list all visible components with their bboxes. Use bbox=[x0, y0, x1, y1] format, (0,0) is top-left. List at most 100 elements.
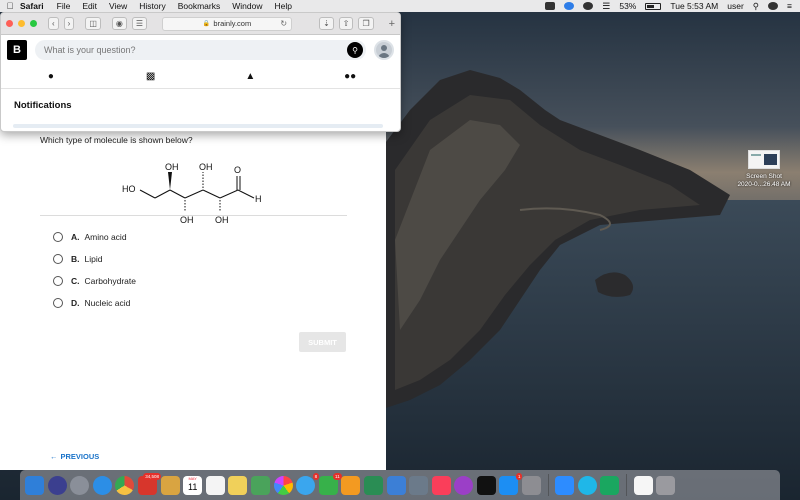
submit-button[interactable]: SUBMIT bbox=[299, 332, 346, 352]
zoom-app-icon[interactable] bbox=[555, 475, 575, 495]
menu-bookmarks[interactable]: Bookmarks bbox=[178, 1, 221, 11]
preview-icon[interactable] bbox=[409, 475, 429, 495]
menu-history[interactable]: History bbox=[139, 1, 165, 11]
keynote-icon[interactable] bbox=[386, 475, 406, 495]
music-icon[interactable] bbox=[431, 475, 451, 495]
skype-icon[interactable] bbox=[577, 475, 597, 495]
calendar-day: 11 bbox=[187, 481, 198, 492]
forward-button[interactable]: › bbox=[63, 17, 75, 30]
photos-icon[interactable] bbox=[273, 475, 293, 495]
launchpad-icon[interactable] bbox=[70, 475, 90, 495]
molecule-label-oh: OH bbox=[165, 162, 179, 172]
radio-button[interactable] bbox=[53, 232, 63, 242]
search-icon[interactable]: ⚲ bbox=[347, 42, 363, 58]
menu-edit[interactable]: Edit bbox=[82, 1, 97, 11]
friends-icon[interactable]: ●● bbox=[340, 71, 360, 82]
menu-view[interactable]: View bbox=[109, 1, 127, 11]
answer-option-b[interactable]: B. Lipid bbox=[53, 254, 102, 264]
zoom-window-button[interactable] bbox=[30, 20, 37, 27]
calendar-icon[interactable]: MAY 11 bbox=[183, 475, 203, 495]
notifications-list[interactable] bbox=[13, 124, 383, 128]
spotlight-search-icon[interactable]: ⚲ bbox=[753, 1, 759, 12]
macos-dock: 34,508 MAY 11 8 11 1 bbox=[20, 470, 780, 500]
pages-icon[interactable] bbox=[341, 475, 361, 495]
vpn-shield-icon[interactable] bbox=[564, 2, 575, 10]
file-name-line2: 2020-0...26.48 AM bbox=[737, 181, 791, 188]
podcasts-icon[interactable] bbox=[454, 475, 474, 495]
downloads-icon[interactable]: ⇣ bbox=[319, 17, 334, 30]
previous-link[interactable]: ← PREVIOUS bbox=[50, 452, 99, 461]
menu-clock[interactable]: Tue 5:53 AM bbox=[670, 1, 718, 11]
messages-icon[interactable]: ▩ bbox=[141, 71, 161, 82]
minimize-window-button[interactable] bbox=[18, 20, 25, 27]
wifi-icon[interactable]: ☰ bbox=[602, 1, 610, 12]
numbers-icon[interactable] bbox=[363, 475, 383, 495]
radio-button[interactable] bbox=[53, 298, 63, 308]
finder-icon[interactable] bbox=[25, 475, 44, 495]
menu-file[interactable]: File bbox=[57, 1, 71, 11]
system-preferences-icon[interactable] bbox=[522, 475, 542, 495]
tabs-overview-icon[interactable]: ❐ bbox=[358, 17, 374, 30]
radio-button[interactable] bbox=[53, 276, 63, 286]
bell-icon[interactable]: ▲ bbox=[240, 71, 260, 82]
extension-icon[interactable]: ◉ bbox=[111, 17, 127, 30]
profile-icon[interactable]: ● bbox=[41, 71, 61, 82]
battery-percent[interactable]: 53% bbox=[619, 1, 636, 11]
screen-record-icon[interactable] bbox=[545, 2, 556, 10]
document-icon[interactable] bbox=[633, 475, 653, 495]
contacts-icon[interactable] bbox=[160, 475, 180, 495]
back-button[interactable]: ‹ bbox=[48, 17, 59, 30]
apple-menu-icon[interactable]:  bbox=[0, 1, 20, 11]
notes-app-icon[interactable]: 34,508 bbox=[137, 472, 161, 495]
reminders-icon[interactable] bbox=[205, 475, 225, 495]
dollar-app-icon[interactable] bbox=[600, 475, 620, 495]
siri-icon[interactable] bbox=[768, 2, 779, 10]
answer-option-d[interactable]: D. Nucleic acid bbox=[53, 298, 130, 308]
brainly-logo[interactable]: B bbox=[7, 40, 27, 60]
safari-window: ‹ › ◫ ◉ ☰ 🔒 brainly.com ↻ ⇣ ⇧ ❐ + B What… bbox=[0, 12, 401, 132]
siri-icon[interactable] bbox=[47, 475, 67, 495]
dock-separator bbox=[626, 474, 628, 496]
desktop-screenshot-file[interactable]: Screen Shot 2020-0...26.48 AM bbox=[728, 150, 800, 189]
safari-toolbar: ‹ › ◫ ◉ ☰ 🔒 brainly.com ↻ ⇣ ⇧ ❐ + bbox=[1, 13, 400, 35]
answer-option-c[interactable]: C. Carbohydrate bbox=[53, 276, 136, 286]
question-search-input[interactable]: What is your question? ⚲ bbox=[35, 40, 366, 60]
facetime-icon[interactable]: 11 bbox=[318, 472, 342, 495]
apple-tv-icon[interactable] bbox=[476, 475, 496, 495]
menu-user[interactable]: user bbox=[727, 1, 744, 11]
reload-icon[interactable]: ↻ bbox=[280, 19, 287, 28]
molecule-label-h: H bbox=[255, 194, 262, 204]
notification-center-icon[interactable]: ≡ bbox=[787, 1, 792, 11]
battery-icon[interactable] bbox=[645, 2, 662, 10]
arrow-left-icon: ← bbox=[50, 452, 58, 461]
molecule-label-oh: OH bbox=[215, 215, 229, 225]
answer-option-a[interactable]: A. Amino acid bbox=[53, 232, 127, 242]
reader-icon[interactable]: ☰ bbox=[131, 17, 148, 30]
option-label: Carbohydrate bbox=[84, 276, 137, 286]
share-icon[interactable]: ⇧ bbox=[338, 17, 354, 30]
menu-window[interactable]: Window bbox=[232, 1, 262, 11]
menu-help[interactable]: Help bbox=[274, 1, 291, 11]
maps-icon[interactable] bbox=[250, 475, 270, 495]
question-divider bbox=[40, 215, 347, 216]
trash-icon[interactable] bbox=[656, 475, 676, 495]
chrome-icon[interactable] bbox=[115, 475, 135, 495]
address-bar[interactable]: 🔒 brainly.com ↻ bbox=[162, 16, 293, 31]
status-dot-icon[interactable] bbox=[583, 2, 594, 10]
menu-app-name[interactable]: Safari bbox=[20, 1, 44, 11]
messages-app-icon[interactable]: 8 bbox=[296, 472, 320, 495]
stickies-icon[interactable] bbox=[228, 475, 248, 495]
new-tab-button[interactable]: + bbox=[389, 18, 395, 30]
avatar[interactable] bbox=[374, 40, 394, 60]
previous-label: PREVIOUS bbox=[60, 452, 100, 461]
sidebar-toggle-icon[interactable]: ◫ bbox=[85, 17, 101, 30]
safari-icon[interactable] bbox=[92, 475, 112, 495]
address-url: brainly.com bbox=[213, 19, 252, 28]
search-placeholder: What is your question? bbox=[44, 45, 136, 55]
option-letter: D. bbox=[71, 298, 80, 308]
radio-button[interactable] bbox=[53, 254, 63, 264]
close-window-button[interactable] bbox=[6, 20, 13, 27]
app-store-icon[interactable]: 1 bbox=[499, 472, 523, 495]
option-letter: B. bbox=[71, 254, 80, 264]
option-letter: A. bbox=[71, 232, 80, 242]
